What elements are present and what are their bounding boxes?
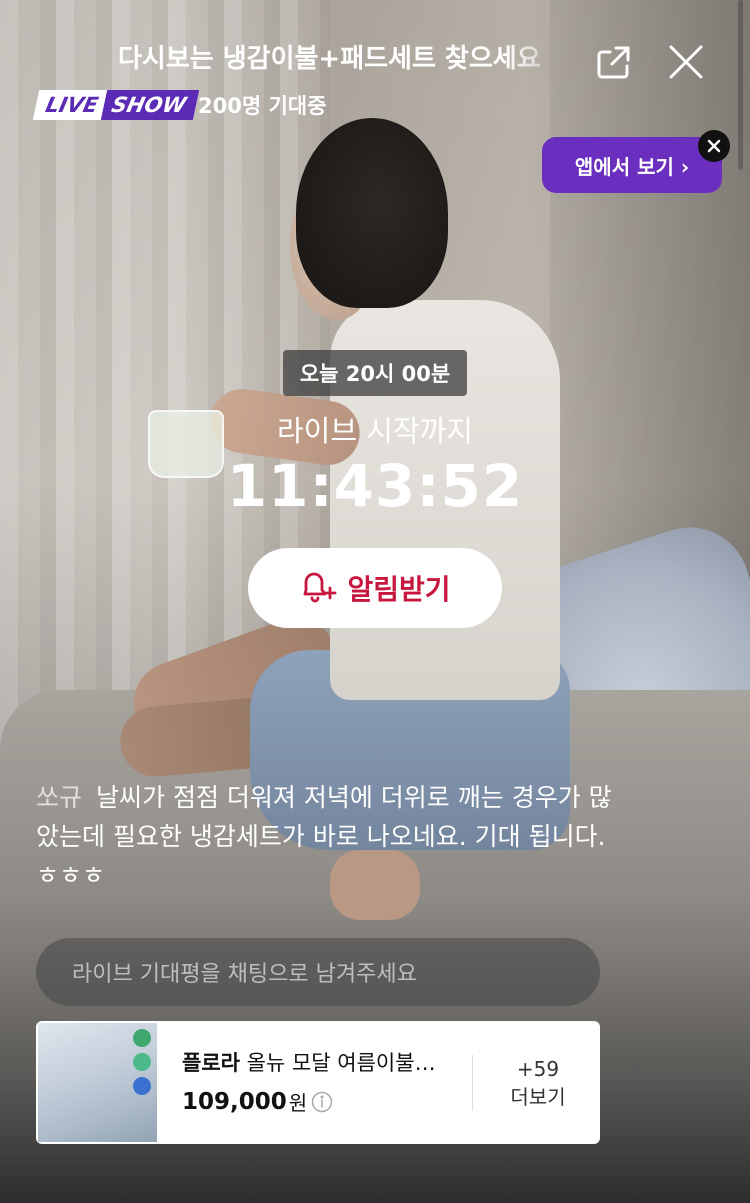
- comment-text: 날씨가 점점 더워져 저녁에 더위로 깨는 경우가 많았는데 필요한 냉감세트가…: [36, 783, 612, 890]
- price-currency: 원: [288, 1091, 308, 1115]
- open-in-app-label: 앱에서 보기 ›: [574, 154, 690, 179]
- close-icon[interactable]: [668, 44, 704, 80]
- price-value: 109,000: [182, 1088, 287, 1115]
- chat-comment: 쏘규 날씨가 점점 더워져 저녁에 더위로 깨는 경우가 많았는데 필요한 냉감세…: [36, 778, 626, 895]
- close-app-banner-icon[interactable]: [698, 130, 730, 162]
- live-label: LIVE: [32, 90, 109, 120]
- comment-username: 쏘규: [36, 783, 83, 812]
- chat-placeholder: 라이브 기대평을 채팅으로 남겨주세요: [72, 962, 417, 987]
- info-icon[interactable]: [311, 1091, 333, 1113]
- certification-badge-icon: [133, 1029, 151, 1047]
- live-date-label: 오늘 20시 00분: [299, 362, 451, 386]
- certification-badge-icon: [133, 1053, 151, 1071]
- viewer-count: 200명 기대중: [198, 94, 327, 118]
- certification-badge-icon: [133, 1077, 151, 1095]
- countdown-timer: 11:43:52: [226, 452, 524, 520]
- live-show-badge: LIVE SHOW: [32, 90, 199, 120]
- alarm-button[interactable]: 알림받기: [248, 548, 502, 628]
- product-thumbnail[interactable]: [38, 1023, 157, 1142]
- live-date-chip: 오늘 20시 00분: [283, 350, 467, 396]
- more-count: +59: [516, 1057, 560, 1081]
- alarm-label: 알림받기: [347, 573, 451, 606]
- divider: [472, 1055, 473, 1111]
- share-icon[interactable]: [594, 42, 634, 82]
- chat-input[interactable]: 라이브 기대평을 채팅으로 남겨주세요: [36, 938, 600, 1006]
- product-card[interactable]: 플로라 올뉴 모달 여름이불+... 109,000 원 +59 더보기: [36, 1021, 600, 1144]
- product-brand: 플로라: [182, 1051, 240, 1075]
- countdown-caption: 라이브 시작까지: [277, 414, 473, 448]
- product-title[interactable]: 플로라 올뉴 모달 여름이불+...: [182, 1047, 452, 1077]
- show-label: SHOW: [100, 90, 199, 120]
- hair: [296, 118, 448, 308]
- scrollbar[interactable]: [738, 0, 743, 170]
- more-products-button[interactable]: +59 더보기: [476, 1055, 600, 1111]
- product-price: 109,000 원: [182, 1087, 333, 1116]
- more-label: 더보기: [510, 1085, 566, 1109]
- open-in-app-button[interactable]: 앱에서 보기 ›: [542, 137, 722, 193]
- page-title: 다시보는 냉감이불+패드세트 찾으세요: [118, 44, 541, 74]
- bell-plus-icon: [299, 568, 339, 608]
- product-name: 올뉴 모달 여름이불+...: [246, 1051, 452, 1075]
